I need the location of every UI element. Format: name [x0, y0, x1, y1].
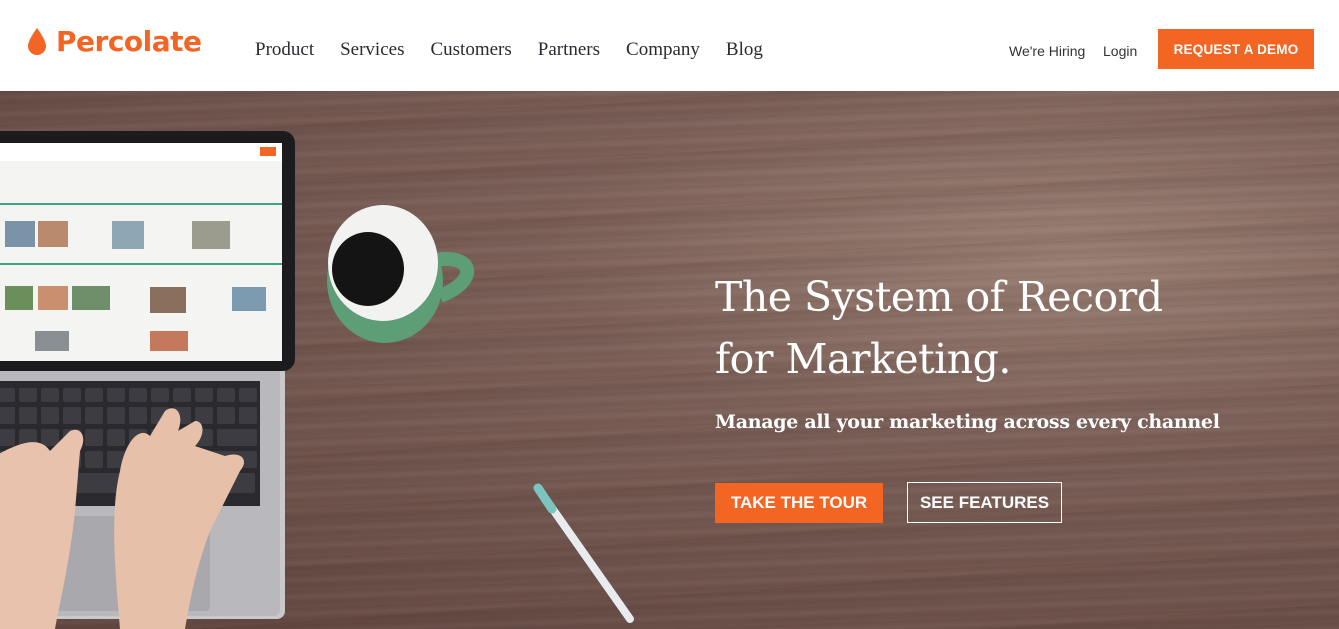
- headline-line-1: The System of Record: [715, 273, 1163, 321]
- hero-headline: The System of Record for Marketing.: [715, 266, 1315, 390]
- hero-subhead: Manage all your marketing across every c…: [715, 411, 1220, 433]
- headline-line-2: for Marketing.: [715, 335, 1011, 383]
- request-demo-button[interactable]: REQUEST A DEMO: [1158, 29, 1314, 69]
- see-features-button[interactable]: SEE FEATURES: [907, 482, 1062, 523]
- main-nav: Product Services Customers Partners Comp…: [255, 38, 789, 62]
- percolate-drop-icon: [28, 28, 46, 55]
- site-header: Percolate Product Services Customers Par…: [0, 0, 1339, 91]
- logo-link[interactable]: Percolate: [26, 27, 202, 57]
- hero-section: The System of Record for Marketing. Mana…: [0, 91, 1339, 629]
- nav-blog[interactable]: Blog: [726, 38, 763, 62]
- take-tour-button[interactable]: TAKE THE TOUR: [715, 483, 883, 523]
- hero-photo-laptop-coffee: [0, 131, 634, 629]
- hiring-link[interactable]: We're Hiring: [1009, 43, 1085, 59]
- login-link[interactable]: Login: [1103, 43, 1137, 59]
- nav-company[interactable]: Company: [626, 38, 700, 62]
- nav-product[interactable]: Product: [255, 38, 314, 62]
- nav-customers[interactable]: Customers: [430, 38, 511, 62]
- nav-partners[interactable]: Partners: [538, 38, 600, 62]
- nav-services[interactable]: Services: [340, 38, 404, 62]
- logo-wordmark: Percolate: [56, 25, 202, 58]
